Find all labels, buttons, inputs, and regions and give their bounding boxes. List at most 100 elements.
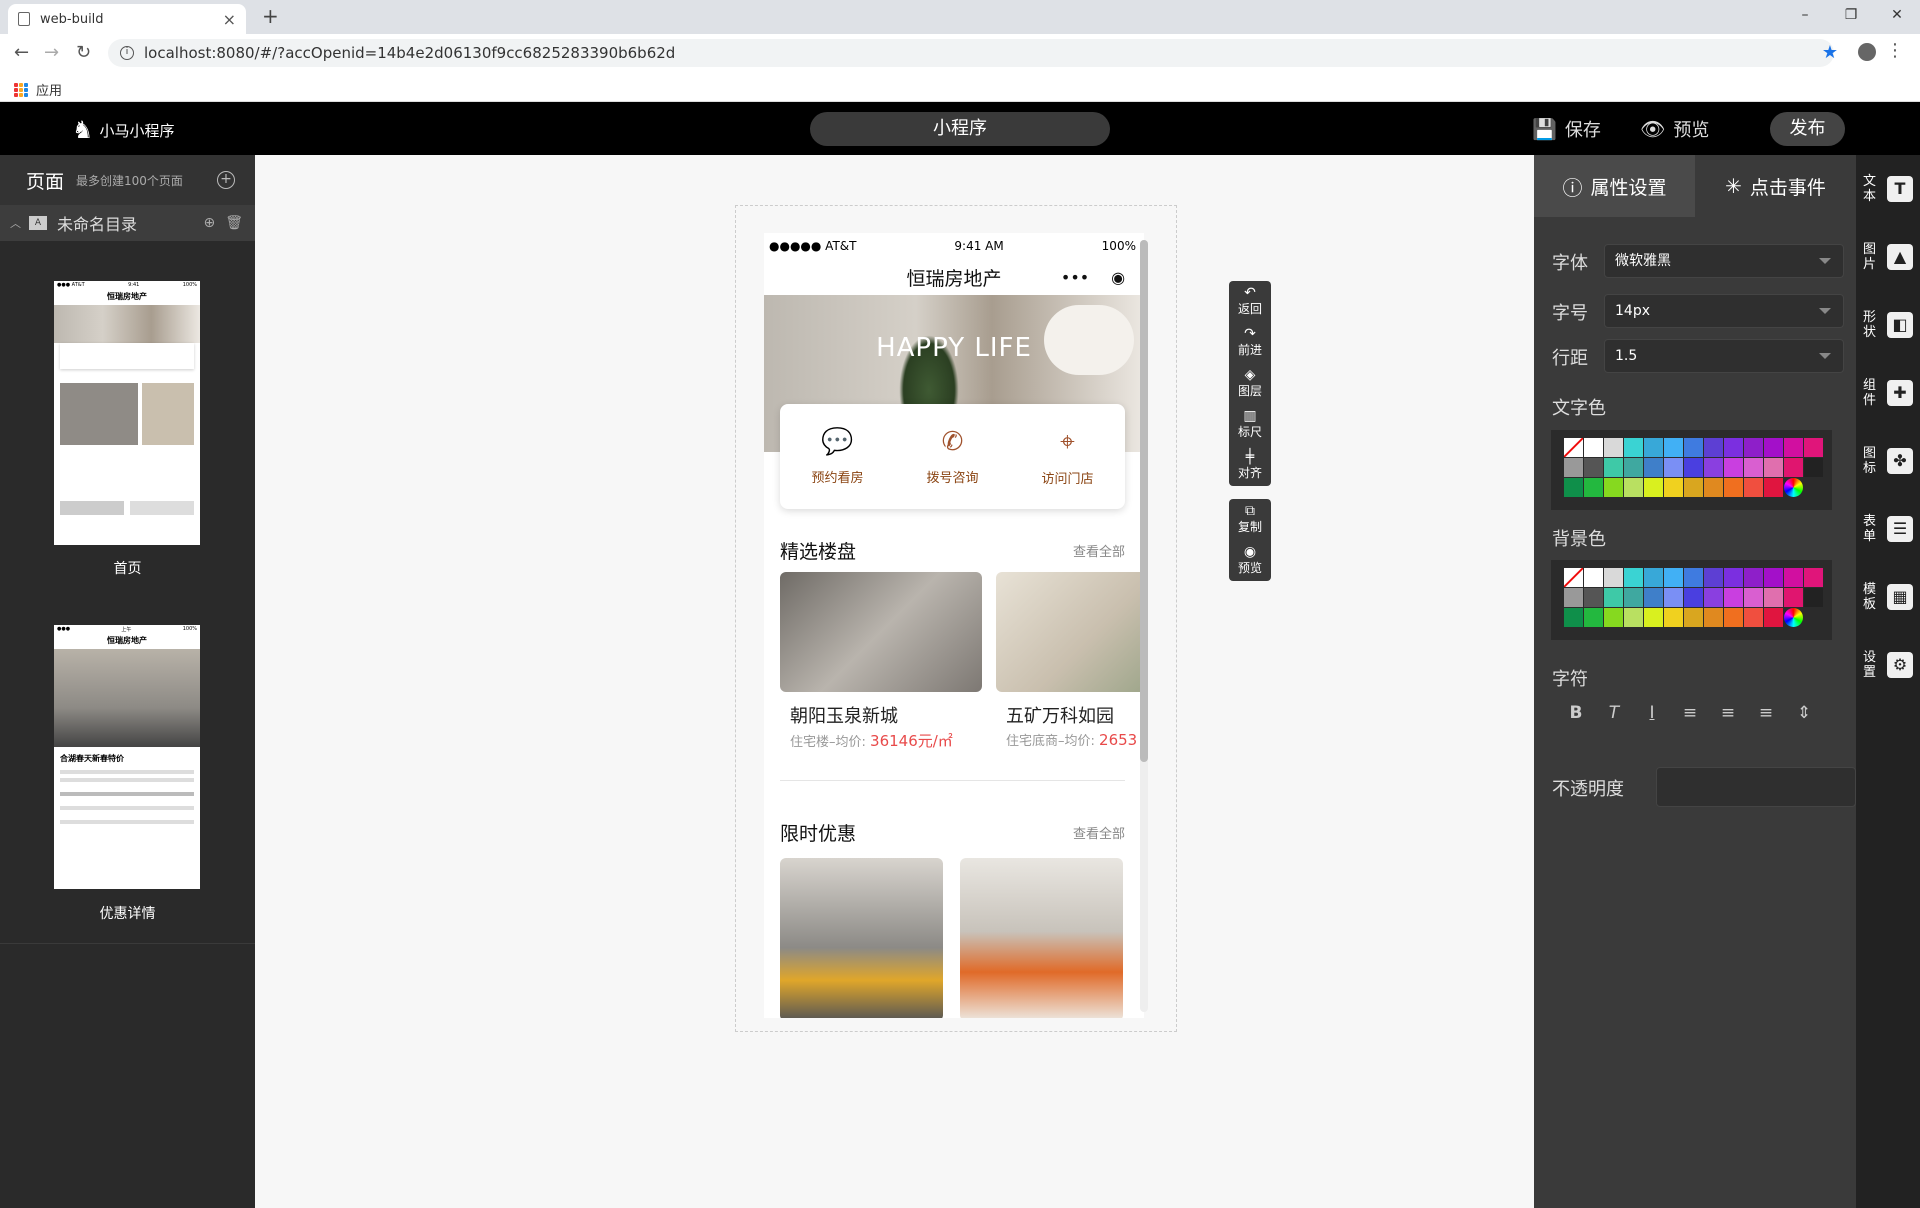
account-icon[interactable] — [1858, 43, 1876, 61]
color-swatch[interactable] — [1684, 568, 1703, 587]
color-swatch[interactable] — [1604, 608, 1623, 627]
quick-item-appointment[interactable]: 💬 预约看房 — [780, 404, 895, 509]
project-title[interactable]: 小程序 — [810, 112, 1110, 146]
sidebar-item-4[interactable]: 图标 ✤ — [1856, 427, 1920, 495]
preview-tool-button[interactable]: ◉ 预览 — [1229, 540, 1271, 581]
color-swatch[interactable] — [1664, 478, 1683, 497]
undo-button[interactable]: ↶ 返回 — [1229, 281, 1271, 322]
color-swatch[interactable] — [1764, 608, 1783, 627]
save-button[interactable]: 💾 保存 — [1532, 116, 1601, 142]
color-swatch[interactable] — [1784, 588, 1803, 607]
phone-scrollbar-thumb[interactable] — [1140, 240, 1148, 762]
color-swatch[interactable] — [1664, 568, 1683, 587]
color-swatch[interactable] — [1564, 458, 1583, 477]
color-swatch[interactable] — [1784, 478, 1803, 497]
color-swatch[interactable] — [1664, 458, 1683, 477]
color-swatch[interactable] — [1724, 478, 1743, 497]
color-swatch[interactable] — [1604, 568, 1623, 587]
color-swatch[interactable] — [1604, 478, 1623, 497]
add-icon[interactable]: ⊕ — [203, 215, 215, 231]
color-swatch[interactable] — [1704, 608, 1723, 627]
color-swatch[interactable] — [1764, 458, 1783, 477]
tab-attributes[interactable]: ⓘ 属性设置 — [1534, 155, 1695, 217]
reload-icon[interactable]: ↻ — [76, 42, 91, 63]
property-card[interactable]: 五矿万科如园 住宅底商–均价: 2653 — [996, 572, 1144, 749]
color-swatch[interactable] — [1784, 568, 1803, 587]
page-thumbnail-promo[interactable]: ●●● 上午 100% 恒瑞房地产 合湖春天新春特价 — [54, 625, 200, 889]
bold-icon[interactable]: B — [1566, 703, 1586, 723]
color-swatch[interactable] — [1644, 568, 1663, 587]
add-page-icon[interactable]: + — [217, 171, 235, 189]
quick-item-call[interactable]: ✆ 拨号咨询 — [895, 404, 1010, 509]
copy-button[interactable]: ⧉ 复制 — [1229, 499, 1271, 540]
view-all-link[interactable]: 查看全部 — [1073, 823, 1125, 842]
color-swatch[interactable] — [1664, 588, 1683, 607]
target-icon[interactable]: ◉ — [1111, 268, 1125, 287]
miniprogram-capsule[interactable]: ••• ◉ — [1050, 263, 1136, 291]
align-left-icon[interactable]: ≡ — [1680, 703, 1700, 723]
back-icon[interactable]: ← — [14, 42, 29, 63]
tab-close-icon[interactable]: × — [223, 10, 236, 29]
url-input[interactable]: i localhost:8080/#/?accOpenid=14b4e2d061… — [108, 39, 1834, 67]
color-swatch[interactable] — [1684, 458, 1703, 477]
color-swatch[interactable] — [1744, 478, 1763, 497]
layers-button[interactable]: ◈ 图层 — [1229, 363, 1271, 404]
color-swatch[interactable] — [1604, 458, 1623, 477]
tab-click-events[interactable]: ✳ 点击事件 — [1695, 155, 1856, 217]
sidebar-item-0[interactable]: 文本 T — [1856, 155, 1920, 223]
forward-icon[interactable]: → — [44, 42, 59, 63]
color-swatch[interactable] — [1724, 458, 1743, 477]
info-icon[interactable]: i — [120, 46, 134, 60]
align-right-icon[interactable]: ≡ — [1756, 703, 1776, 723]
color-swatch[interactable] — [1684, 588, 1703, 607]
preview-button[interactable]: 👁 预览 — [1640, 116, 1709, 142]
color-swatch[interactable] — [1724, 608, 1743, 627]
color-swatch[interactable] — [1664, 438, 1683, 457]
color-swatch[interactable] — [1564, 588, 1583, 607]
maximize-button[interactable]: ❐ — [1828, 0, 1874, 30]
color-swatch[interactable] — [1564, 568, 1583, 587]
color-swatch[interactable] — [1764, 478, 1783, 497]
apps-bookmark[interactable]: 应用 — [14, 80, 62, 99]
color-swatch[interactable] — [1584, 608, 1603, 627]
color-swatch[interactable] — [1704, 458, 1723, 477]
color-swatch[interactable] — [1584, 588, 1603, 607]
color-swatch[interactable] — [1644, 458, 1663, 477]
italic-icon[interactable]: T — [1604, 703, 1624, 723]
color-swatch[interactable] — [1744, 458, 1763, 477]
trash-icon[interactable]: 🗑 — [225, 215, 243, 231]
color-swatch[interactable] — [1564, 438, 1583, 457]
align-center-icon[interactable]: ≡ — [1718, 703, 1738, 723]
color-swatch[interactable] — [1644, 588, 1663, 607]
sidebar-item-7[interactable]: 设置 ⚙ — [1856, 631, 1920, 699]
publish-button[interactable]: 发布 — [1770, 112, 1845, 146]
color-swatch[interactable] — [1584, 478, 1603, 497]
color-swatch[interactable] — [1624, 458, 1643, 477]
color-swatch[interactable] — [1604, 588, 1623, 607]
directory-row[interactable]: ︿ A 未命名目录 ⊕ 🗑 — [0, 205, 255, 241]
color-swatch[interactable] — [1684, 478, 1703, 497]
underline-icon[interactable]: I — [1642, 703, 1662, 723]
browser-tab[interactable]: web-build × — [8, 4, 246, 34]
color-swatch[interactable] — [1624, 608, 1643, 627]
color-swatch[interactable] — [1784, 608, 1803, 627]
color-swatch[interactable] — [1724, 588, 1743, 607]
more-icon[interactable]: ••• — [1061, 268, 1089, 287]
color-swatch[interactable] — [1684, 608, 1703, 627]
color-swatch[interactable] — [1624, 568, 1643, 587]
promo-card[interactable] — [960, 858, 1123, 1018]
color-swatch[interactable] — [1744, 568, 1763, 587]
color-swatch[interactable] — [1744, 438, 1763, 457]
line-height-select[interactable]: 1.5 — [1604, 339, 1844, 373]
quick-item-store[interactable]: ⌖ 访问门店 — [1010, 404, 1125, 509]
color-swatch[interactable] — [1724, 438, 1743, 457]
color-swatch[interactable] — [1564, 478, 1583, 497]
sidebar-item-2[interactable]: 形状 ◧ — [1856, 291, 1920, 359]
color-swatch[interactable] — [1644, 438, 1663, 457]
color-swatch[interactable] — [1744, 608, 1763, 627]
page-label-promo[interactable]: 优惠详情 — [0, 903, 255, 923]
page-thumbnail-home[interactable]: ●●● AT&T 9:41 100% 恒瑞房地产 — [54, 281, 200, 545]
color-swatch[interactable] — [1804, 588, 1823, 607]
color-swatch[interactable] — [1644, 478, 1663, 497]
size-select[interactable]: 14px — [1604, 294, 1844, 328]
